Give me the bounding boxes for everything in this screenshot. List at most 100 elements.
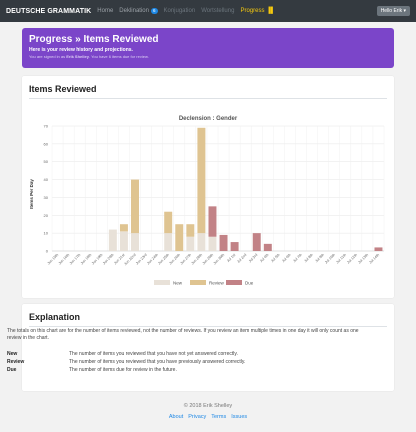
x-tick-label: Jun 23rd — [135, 253, 148, 266]
definition-text: The number of items you reviewed that yo… — [69, 359, 246, 365]
y-tick-label: 10 — [44, 231, 49, 236]
nav-deklination-label: Deklination — [119, 8, 149, 14]
legend-label-review: Review — [209, 280, 225, 285]
bar-review — [119, 224, 128, 232]
nav-progress[interactable]: Progress ▐▌ — [240, 8, 275, 14]
nav-home-label: Home — [97, 8, 114, 14]
x-tick-label: Jul 6th — [281, 253, 291, 263]
bar-new — [119, 231, 128, 251]
y-tick-label: 0 — [46, 249, 49, 254]
page-subtitle: Here is your review history and projecti… — [29, 47, 133, 53]
bar-new — [197, 233, 206, 251]
bar-chart-icon: ▐▌ — [266, 8, 275, 14]
bar-review — [186, 224, 195, 237]
x-tick-label: Jun 20th — [102, 253, 115, 266]
x-tick-label: Jun 22nd — [123, 253, 136, 266]
chart-y-axis-label: Items Per Day — [29, 179, 34, 209]
x-tick-label: Jul 3rd — [248, 253, 258, 263]
note-prefix: You are signed in as — [29, 54, 66, 59]
x-tick-label: Jun 30th — [213, 253, 226, 266]
definition-term: Review — [7, 359, 25, 365]
chart-bars — [108, 127, 383, 251]
bar-new — [131, 233, 139, 251]
definition-term: New — [7, 351, 18, 357]
footer-links: About Privacy Terms Issues — [0, 414, 416, 420]
y-tick-label: 70 — [44, 124, 49, 129]
brand-logo[interactable]: DEUTSCHE GRAMMATIK — [6, 8, 91, 15]
x-tick-label: Jul 12th — [346, 253, 358, 265]
bar-review — [197, 127, 206, 234]
x-tick-label: Jul 1st — [226, 253, 236, 263]
nav-konjugation-label: Konjugation — [163, 8, 196, 14]
definition-text: The number of items you reviewed that yo… — [69, 351, 238, 357]
definition-review: Review The number of items you reviewed t… — [7, 358, 245, 366]
bar-review — [164, 211, 173, 234]
footer-link-terms[interactable]: Terms — [211, 414, 226, 420]
y-tick-label: 20 — [44, 213, 49, 218]
chart-y-ticks: 0 10 20 30 40 50 60 70 — [44, 124, 49, 254]
nav-home[interactable]: Home — [97, 8, 113, 14]
user-menu-label: Hello Erik — [380, 8, 403, 14]
definition-new: New The number of items you reviewed that… — [7, 350, 245, 358]
x-tick-label: Jul 14th — [368, 253, 380, 265]
bar-review — [131, 179, 139, 234]
bar-new — [164, 233, 173, 251]
x-tick-label: Jul 13th — [357, 253, 369, 265]
definitions-list: New The number of items you reviewed that… — [7, 350, 245, 374]
y-tick-label: 30 — [44, 195, 49, 200]
footer-link-privacy[interactable]: Privacy — [188, 414, 206, 420]
footer-link-about[interactable]: About — [169, 414, 183, 420]
explanation-paragraph: The totals on this chart are for the num… — [7, 328, 359, 341]
user-menu-button[interactable]: Hello Erik ▾ — [376, 6, 410, 16]
bar-due — [263, 243, 272, 251]
legend-label-new: New — [173, 280, 183, 285]
bar-new — [108, 229, 117, 251]
signed-in-note: You are signed in as Erik Shelley. You h… — [29, 54, 387, 59]
definition-text: The number of items due for review in th… — [69, 367, 177, 373]
bar-due — [230, 242, 239, 251]
items-reviewed-chart: Declension : Gender Items Per Day Jun 15… — [29, 116, 385, 285]
bar-new — [186, 236, 195, 251]
legend-swatch-review — [190, 280, 206, 285]
chart-x-ticks: Jun 15thJun 16thJun 17thJun 18thJun 19th… — [47, 253, 381, 266]
x-tick-label: Jul 5th — [270, 253, 280, 263]
bar-review — [175, 224, 184, 251]
y-tick-label: 60 — [44, 141, 49, 146]
x-tick-label: Jul 4th — [259, 253, 269, 263]
definition-due: Due The number of items due for review in… — [7, 366, 245, 374]
nav-wortstellung[interactable]: Wortstellung — [201, 8, 234, 14]
nav-konjugation[interactable]: Konjugation — [164, 8, 196, 14]
footer-link-issues[interactable]: Issues — [231, 414, 247, 420]
bar-due — [252, 233, 261, 251]
legend-label-due: Due — [245, 280, 254, 285]
legend-swatch-new — [154, 280, 170, 285]
explanation-heading: Explanation — [29, 312, 81, 322]
items-reviewed-card: Items Reviewed Declension : Gender Items… — [22, 76, 394, 298]
bar-new — [208, 236, 217, 251]
x-tick-label: Jul 2nd — [236, 253, 247, 264]
nav-deklination[interactable]: Deklination 6 — [119, 8, 158, 14]
page-header: Progress » Items Reviewed Here is your r… — [22, 28, 394, 68]
y-tick-label: 40 — [44, 177, 49, 182]
legend-swatch-due — [226, 280, 242, 285]
x-tick-label: Jul 7th — [292, 253, 302, 263]
chart-legend: New Review Due — [154, 280, 254, 285]
navbar: DEUTSCHE GRAMMATIK Home Deklination 6 Kon… — [0, 0, 416, 22]
y-tick-label: 50 — [44, 159, 49, 164]
signed-in-user: Erik Shelley — [66, 54, 89, 59]
nav-wortstellung-label: Wortstellung — [201, 8, 235, 14]
chart-grid — [51, 125, 385, 252]
x-tick-label: Jul 10th — [324, 253, 336, 265]
x-tick-label: Jul 8th — [303, 253, 313, 263]
bar-due — [374, 247, 383, 251]
explanation-card: Explanation — [22, 304, 394, 391]
footer-copyright: © 2018 Erik Shelley — [183, 403, 233, 409]
due-count-badge: 6 — [150, 8, 158, 14]
x-tick-label: Jul 11th — [335, 253, 347, 265]
bar-due — [208, 206, 217, 237]
bar-due — [219, 234, 228, 251]
note-suffix: . You have 6 items due for review. — [88, 54, 149, 59]
page-title: Progress » Items Reviewed — [29, 34, 159, 45]
caret-down-icon: ▾ — [403, 8, 406, 14]
chart-title: Declension : Gender — [179, 116, 238, 122]
